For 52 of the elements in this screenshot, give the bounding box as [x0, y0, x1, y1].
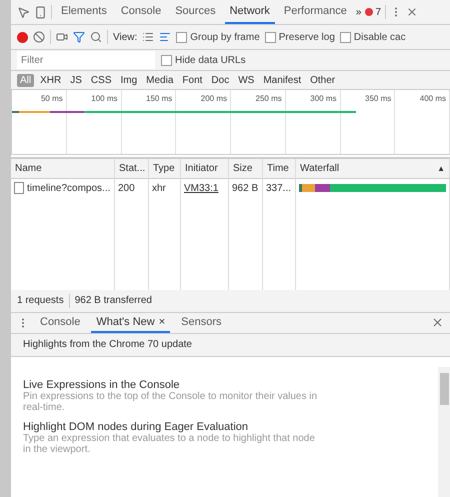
column-header[interactable]: Name	[11, 159, 115, 179]
view-label: View:	[113, 32, 138, 42]
panel-tab[interactable]: Console	[116, 0, 166, 24]
feature-description: Type an expression that evaluates to a node to highlight that node in the viewport.	[23, 432, 316, 454]
panel-tab[interactable]: Sources	[170, 0, 221, 24]
type-filter[interactable]: Font	[179, 74, 206, 86]
table-cell: 337...	[263, 179, 296, 197]
table-cell: timeline?compos...	[11, 179, 115, 197]
drawer-tab[interactable]: Sensors	[176, 312, 226, 332]
panel-tab[interactable]: Performance	[278, 0, 352, 24]
type-filter[interactable]: Media	[143, 74, 176, 86]
transferred-size: 962 B transferred	[74, 295, 152, 306]
option-checkbox[interactable]: Group by frame	[176, 32, 260, 42]
type-filter[interactable]: Doc	[208, 74, 232, 86]
tick-label: 350 ms	[365, 94, 392, 103]
type-filter[interactable]: JS	[67, 74, 85, 86]
more-tabs[interactable]: »	[356, 6, 362, 18]
column-header[interactable]: Stat...	[115, 159, 149, 179]
tick-label: 250 ms	[256, 94, 282, 103]
column-header[interactable]: Waterfall ▲	[296, 159, 450, 179]
type-filter[interactable]: Manifest	[260, 74, 304, 86]
type-filter[interactable]: Img	[117, 74, 140, 86]
column-header[interactable]: Initiator	[181, 159, 229, 179]
request-count: 1 requests	[17, 295, 64, 306]
panel-tab[interactable]: Elements	[56, 0, 112, 24]
feature-title[interactable]: Highlight DOM nodes during Eager Evaluation	[23, 420, 426, 432]
table-cell: 962 B	[229, 179, 263, 197]
tick-label: 50 ms	[40, 94, 63, 103]
tick-label: 300 ms	[310, 94, 336, 103]
hide-data-urls-checkbox[interactable]: Hide data URLs	[161, 54, 246, 66]
column-header[interactable]: Size	[229, 159, 263, 179]
table-cell: xhr	[149, 179, 181, 197]
option-checkbox[interactable]: Preserve log	[264, 32, 335, 42]
type-filter[interactable]: XHR	[37, 74, 64, 86]
column-header[interactable]: Time	[263, 159, 296, 179]
tick-label: 150 ms	[146, 94, 172, 103]
tick-label: 200 ms	[200, 94, 227, 103]
table-cell: 200	[115, 179, 149, 197]
feature-description: Pin expressions to the top of the Console to monitor their values in real-time.	[23, 390, 318, 412]
type-filter[interactable]: Other	[307, 74, 338, 86]
type-filter[interactable]: CSS	[88, 74, 114, 86]
error-count[interactable]: 7	[365, 6, 382, 18]
filter-field[interactable]: Filter	[17, 51, 155, 69]
feature-title[interactable]: Live Expressions in the Console	[23, 378, 426, 390]
tick-label: 400 ms	[420, 94, 446, 103]
option-checkbox[interactable]: Disable cac	[340, 32, 406, 42]
initiator-link[interactable]: VM33:1	[184, 182, 218, 194]
drawer-tab[interactable]: Console	[35, 312, 86, 332]
update-banner: Highlights from the Chrome 70 update	[11, 334, 450, 356]
tick-label: 100 ms	[91, 94, 118, 103]
column-header[interactable]: Type	[149, 159, 181, 179]
type-filter[interactable]: WS	[235, 74, 258, 86]
